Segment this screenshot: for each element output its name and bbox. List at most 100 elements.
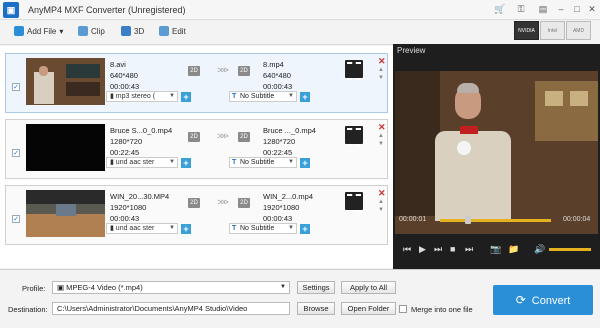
hw-amd-button[interactable]: AMD xyxy=(566,21,591,40)
volume-slider[interactable] xyxy=(549,248,591,251)
subtitle-select[interactable]: T No Subtitle ▼ xyxy=(229,157,297,168)
chevron-down-icon: ▼ xyxy=(169,93,175,99)
total-time: 00:00:04 xyxy=(563,216,591,223)
audio-track-select[interactable]: ▮ mp3 stereo ( ▼ xyxy=(106,91,178,102)
merge-checkbox[interactable] xyxy=(399,305,407,313)
output-filename[interactable]: WIN_2...0.mp4 xyxy=(263,191,313,202)
output-resolution: 640*480 xyxy=(263,71,291,80)
minimize-button[interactable]: – xyxy=(554,3,568,16)
audio-track-select[interactable]: ▮ und aac ster ▼ xyxy=(106,223,178,234)
feedback-icon[interactable]: ▤ xyxy=(536,3,550,16)
remove-item-icon[interactable]: ✕ xyxy=(378,56,386,67)
move-down-icon[interactable]: ▼ xyxy=(378,75,384,81)
fast-forward-icon[interactable]: ⏭ xyxy=(434,244,442,255)
profile-select[interactable]: ▣ MPEG-4 Video (*.mp4) ▼ xyxy=(52,281,290,294)
3d-label: 3D xyxy=(134,26,145,36)
title-bar: ▣ AnyMP4 MXF Converter (Unregistered) 🛒 … xyxy=(0,0,600,20)
add-subtitle-button[interactable]: + xyxy=(300,158,310,168)
settings-button[interactable]: Settings xyxy=(297,281,335,294)
edit-icon xyxy=(159,26,169,36)
clip-button[interactable]: Clip xyxy=(78,26,105,36)
arrow-icon: >>> xyxy=(217,131,229,141)
cart-icon[interactable]: 🛒 xyxy=(493,3,507,16)
output-info: WIN_2...0.mp4 1920*1080 00:00:43 xyxy=(263,191,313,224)
close-button[interactable]: ✕ xyxy=(585,3,599,16)
move-up-icon[interactable]: ▲ xyxy=(378,133,384,139)
2d-badge: 2D xyxy=(238,132,250,142)
app-logo-icon: ▣ xyxy=(3,2,19,18)
source-filename: WIN_20...30.MP4 xyxy=(110,192,170,201)
maximize-button[interactable]: □ xyxy=(570,3,584,16)
audio-track-select[interactable]: ▮ und aac ster ▼ xyxy=(106,157,178,168)
film-icon[interactable] xyxy=(345,60,363,80)
add-audio-button[interactable]: + xyxy=(181,224,191,234)
scissors-icon xyxy=(78,26,88,36)
move-down-icon[interactable]: ▼ xyxy=(378,141,384,147)
convert-button[interactable]: ⟳ Convert xyxy=(493,285,593,315)
output-resolution: 1920*1080 xyxy=(263,203,300,212)
item-checkbox[interactable]: ✓ xyxy=(12,215,20,223)
2d-badge: 2D xyxy=(238,198,250,208)
audio-track-label: und aac ster xyxy=(115,225,155,232)
bottom-panel: Profile: ▣ MPEG-4 Video (*.mp4) ▼ Settin… xyxy=(0,269,600,328)
source-filename: 8.avi xyxy=(110,60,126,69)
profile-label: Profile: xyxy=(22,284,46,293)
edit-label: Edit xyxy=(172,26,186,36)
open-folder-button[interactable]: Open Folder xyxy=(341,302,396,315)
hw-nvidia-button[interactable]: NVIDIA xyxy=(514,21,539,40)
snapshot-icon[interactable]: 📷 xyxy=(490,244,501,255)
chevron-down-icon: ▼ xyxy=(169,225,175,231)
subtitle-select[interactable]: T No Subtitle ▼ xyxy=(229,223,297,234)
3d-button[interactable]: 3D xyxy=(121,26,144,36)
video-preview[interactable] xyxy=(395,71,598,234)
source-info: 8.avi 640*480 00:00:43 xyxy=(110,59,139,92)
folder-icon[interactable]: 📁 xyxy=(508,244,519,255)
add-subtitle-button[interactable]: + xyxy=(300,92,310,102)
seek-bar[interactable] xyxy=(440,219,551,222)
2d-badge: 2D xyxy=(188,132,200,142)
window-title: AnyMP4 MXF Converter (Unregistered) xyxy=(28,5,186,15)
audio-track-label: mp3 stereo ( xyxy=(115,93,156,100)
video-thumbnail xyxy=(26,124,105,171)
volume-icon[interactable]: 🔊 xyxy=(534,244,545,255)
key-icon[interactable]: ⚿ xyxy=(514,3,528,16)
current-time: 00:00:01 xyxy=(399,216,427,223)
output-filename[interactable]: Bruce ..._0.mp4 xyxy=(263,125,316,136)
file-list: ✓ 8.avi 640*480 00:00:43 2D >>> 2D 8.mp4… xyxy=(0,46,393,268)
next-icon[interactable]: ⏭ xyxy=(465,244,473,255)
apply-to-all-button[interactable]: Apply to All xyxy=(341,281,396,294)
subtitle-label: No Subtitle xyxy=(240,93,275,100)
seek-handle[interactable] xyxy=(464,216,471,224)
previous-frame-icon[interactable]: ⏮ xyxy=(403,244,411,255)
text-icon: T xyxy=(232,225,237,232)
add-audio-button[interactable]: + xyxy=(181,92,191,102)
item-checkbox[interactable]: ✓ xyxy=(12,83,20,91)
source-info: WIN_20...30.MP4 1920*1080 00:00:43 xyxy=(110,191,169,224)
remove-item-icon[interactable]: ✕ xyxy=(378,188,386,199)
remove-item-icon[interactable]: ✕ xyxy=(378,122,386,133)
add-subtitle-button[interactable]: + xyxy=(300,224,310,234)
item-checkbox[interactable]: ✓ xyxy=(12,149,20,157)
move-up-icon[interactable]: ▲ xyxy=(378,67,384,73)
move-down-icon[interactable]: ▼ xyxy=(378,207,384,213)
play-icon[interactable]: ▶ xyxy=(419,244,426,255)
list-item[interactable]: ✓ WIN_20...30.MP4 1920*1080 00:00:43 2D … xyxy=(5,185,388,245)
output-filename[interactable]: 8.mp4 xyxy=(263,59,292,70)
2d-badge: 2D xyxy=(238,66,250,76)
browse-button[interactable]: Browse xyxy=(297,302,335,315)
add-audio-button[interactable]: + xyxy=(181,158,191,168)
subtitle-select[interactable]: T No Subtitle ▼ xyxy=(229,91,297,102)
film-icon[interactable] xyxy=(345,192,363,212)
destination-field[interactable]: C:\Users\Administrator\Documents\AnyMP4 … xyxy=(52,302,290,315)
3d-icon xyxy=(121,26,131,36)
edit-button[interactable]: Edit xyxy=(159,26,186,36)
move-up-icon[interactable]: ▲ xyxy=(378,199,384,205)
hw-intel-button[interactable]: Intel xyxy=(540,21,565,40)
add-file-button[interactable]: Add File ▾ xyxy=(14,26,63,36)
film-icon[interactable] xyxy=(345,126,363,146)
output-info: Bruce ..._0.mp4 1280*720 00:22:45 xyxy=(263,125,316,158)
source-resolution: 1920*1080 xyxy=(110,203,147,212)
stop-icon[interactable]: ■ xyxy=(450,244,455,254)
list-item[interactable]: ✓ Bruce S...0_0.mp4 1280*720 00:22:45 2D… xyxy=(5,119,388,179)
list-item[interactable]: ✓ 8.avi 640*480 00:00:43 2D >>> 2D 8.mp4… xyxy=(5,53,388,113)
